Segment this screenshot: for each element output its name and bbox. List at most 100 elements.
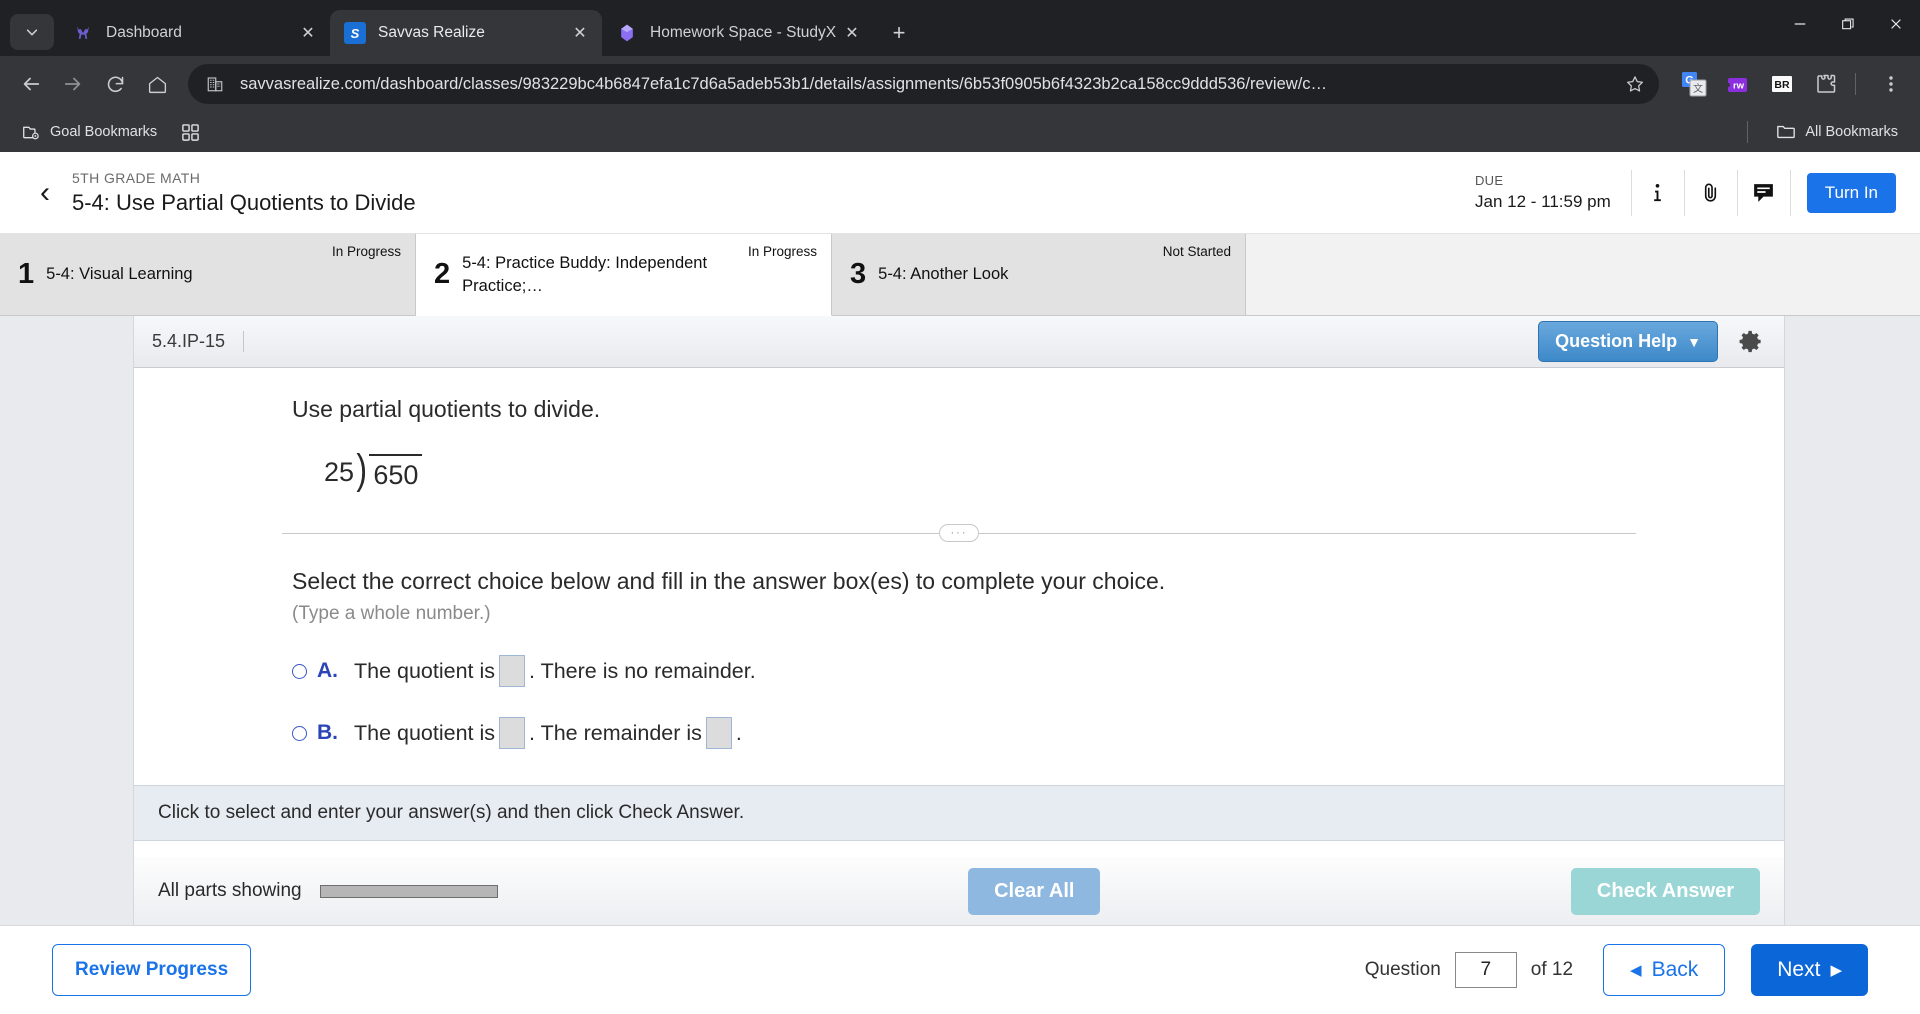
back-button[interactable]: ◀ Back <box>1603 944 1726 996</box>
step-status: In Progress <box>331 244 401 259</box>
browser-tab-title: Dashboard <box>106 24 182 41</box>
chevron-down-icon: ▼ <box>1687 333 1701 350</box>
close-icon[interactable]: ✕ <box>568 21 592 45</box>
due-date-block: DUE Jan 12 - 11:59 pm <box>1475 173 1631 212</box>
radio-button-a[interactable] <box>292 663 307 679</box>
back-chevron-icon[interactable]: ‹ <box>40 177 50 208</box>
tab-search-button[interactable] <box>10 14 54 50</box>
savvas-s-icon: S <box>344 22 366 44</box>
bookmark-goal-bookmarks[interactable]: Goal Bookmarks <box>14 119 165 146</box>
step-tab-3[interactable]: 3 5-4: Another Look Not Started <box>832 234 1246 316</box>
step-label: 5-4: Practice Buddy: Independent Practic… <box>462 254 708 295</box>
bookmarks-bar: Goal Bookmarks All Bookmarks <box>0 112 1920 152</box>
svg-text:BR: BR <box>1774 79 1790 91</box>
browser-window: Dashboard ✕ S Savvas Realize ✕ Homework … <box>0 0 1920 1014</box>
browser-toolbar: savvasrealize.com/dashboard/classes/9832… <box>0 56 1920 112</box>
google-translate-icon[interactable]: G 文 <box>1677 67 1711 101</box>
tab-strip: Dashboard ✕ S Savvas Realize ✕ Homework … <box>0 0 1920 56</box>
gear-icon[interactable] <box>1730 322 1770 362</box>
choice-text-after: . <box>735 720 742 745</box>
question-navigation: Question of 12 ◀ Back Next ▶ <box>1365 944 1868 996</box>
close-icon[interactable] <box>1872 0 1920 48</box>
home-icon[interactable] <box>138 65 176 103</box>
radio-button-b[interactable] <box>292 725 307 741</box>
site-info-icon[interactable] <box>204 73 226 95</box>
apps-grid-icon <box>181 123 200 142</box>
close-icon[interactable]: ✕ <box>840 21 864 45</box>
forward-icon[interactable] <box>54 65 92 103</box>
long-division-expression: 25 ) 650 <box>134 423 1784 491</box>
browser-menu-icon[interactable] <box>1874 67 1908 101</box>
division-bracket-icon: ) <box>356 446 368 494</box>
exercise-id: 5.4.IP-15 <box>152 331 245 352</box>
close-icon[interactable]: ✕ <box>296 21 320 45</box>
review-progress-button[interactable]: Review Progress <box>52 944 252 996</box>
maximize-restore-icon[interactable] <box>1824 0 1872 48</box>
splitter-handle[interactable]: ··· <box>939 524 979 542</box>
dividend: 650 <box>369 454 423 489</box>
back-icon[interactable] <box>12 65 50 103</box>
reload-icon[interactable] <box>96 65 134 103</box>
step-number: 2 <box>434 258 451 290</box>
comment-icon[interactable] <box>1738 167 1790 219</box>
choice-text-a: The quotient is . There is no remainder. <box>354 655 756 687</box>
assignment-footer: Review Progress Question of 12 ◀ Back Ne… <box>0 925 1920 1014</box>
svg-text:rw: rw <box>1733 81 1745 92</box>
answer-input-a1[interactable] <box>499 655 526 687</box>
step-status: In Progress <box>747 244 817 259</box>
info-icon[interactable] <box>1632 167 1684 219</box>
check-answer-button[interactable]: Check Answer <box>1570 867 1760 915</box>
browser-tab-title: Savvas Realize <box>378 24 485 41</box>
choice-option-a[interactable]: A. The quotient is . There is no remaind… <box>292 655 1626 687</box>
course-name: 5TH GRADE MATH <box>72 169 201 186</box>
next-button[interactable]: Next ▶ <box>1751 944 1868 996</box>
exercise-toolbar: 5.4.IP-15 Question Help ▼ <box>134 316 1784 368</box>
bookmark-star-icon[interactable] <box>1619 68 1651 100</box>
read-write-icon[interactable]: rw <box>1721 67 1755 101</box>
answer-input-b1[interactable] <box>499 717 526 749</box>
extensions-puzzle-icon[interactable] <box>1809 67 1843 101</box>
step-tab-2[interactable]: 2 5-4: Practice Buddy: Independent Pract… <box>416 234 832 316</box>
all-bookmarks-label: All Bookmarks <box>1805 124 1898 140</box>
browser-tab-dashboard[interactable]: Dashboard ✕ <box>58 10 330 56</box>
question-total-label: of 12 <box>1530 959 1574 980</box>
answer-input-b2[interactable] <box>705 717 732 749</box>
header-divider <box>1789 169 1791 216</box>
divisor: 25 <box>324 457 355 487</box>
parts-showing-label: All parts showing <box>158 880 302 901</box>
browser-tab-savvas-realize[interactable]: S Savvas Realize ✕ <box>330 10 602 56</box>
minimize-icon[interactable] <box>1776 0 1824 48</box>
parts-progress-bar[interactable] <box>319 884 498 898</box>
step-number: 3 <box>850 258 867 290</box>
all-bookmarks-button[interactable]: All Bookmarks <box>1768 118 1906 146</box>
step-label: 5-4: Another Look <box>878 265 1009 284</box>
choice-letter: A. <box>317 659 338 682</box>
step-number: 1 <box>18 258 35 290</box>
due-value: Jan 12 - 11:59 pm <box>1474 192 1611 211</box>
br-extension-icon[interactable]: BR <box>1765 67 1799 101</box>
page-content: ‹ 5TH GRADE MATH 5-4: Use Partial Quotie… <box>0 152 1920 1014</box>
address-bar[interactable]: savvasrealize.com/dashboard/classes/9832… <box>188 64 1659 104</box>
question-help-button[interactable]: Question Help ▼ <box>1538 321 1718 362</box>
paperclip-icon[interactable] <box>1685 167 1737 219</box>
assignment-titles: 5TH GRADE MATH 5-4: Use Partial Quotient… <box>72 170 416 216</box>
section-splitter: ··· <box>282 524 1636 542</box>
new-tab-button[interactable]: + <box>882 16 916 50</box>
choice-option-b[interactable]: B. The quotient is . The remainder is . <box>292 717 1626 749</box>
step-tabs-filler <box>1246 234 1920 316</box>
question-area: 5.4.IP-15 Question Help ▼ Use partial qu… <box>0 316 1920 925</box>
choice-text-middle: . The remainder is <box>529 720 702 745</box>
browser-tab-studyx[interactable]: Homework Space - StudyX ✕ <box>602 10 874 56</box>
turn-in-button[interactable]: Turn In <box>1806 172 1896 213</box>
bookmark-apps-grid[interactable] <box>173 119 208 146</box>
question-number-input[interactable] <box>1454 952 1517 988</box>
bookmark-label: Goal Bookmarks <box>50 124 158 140</box>
due-label: DUE <box>1474 173 1504 188</box>
step-tab-1[interactable]: 1 5-4: Visual Learning In Progress <box>0 234 416 316</box>
folder-gear-icon <box>22 123 41 142</box>
folder-icon <box>1776 122 1796 142</box>
clear-all-button[interactable]: Clear All <box>968 867 1101 915</box>
question-body: Use partial quotients to divide. 25 ) 65… <box>134 368 1784 857</box>
browser-tab-title: Homework Space - StudyX <box>650 24 837 41</box>
answer-choices: Select the correct choice below and fill… <box>134 534 1784 749</box>
